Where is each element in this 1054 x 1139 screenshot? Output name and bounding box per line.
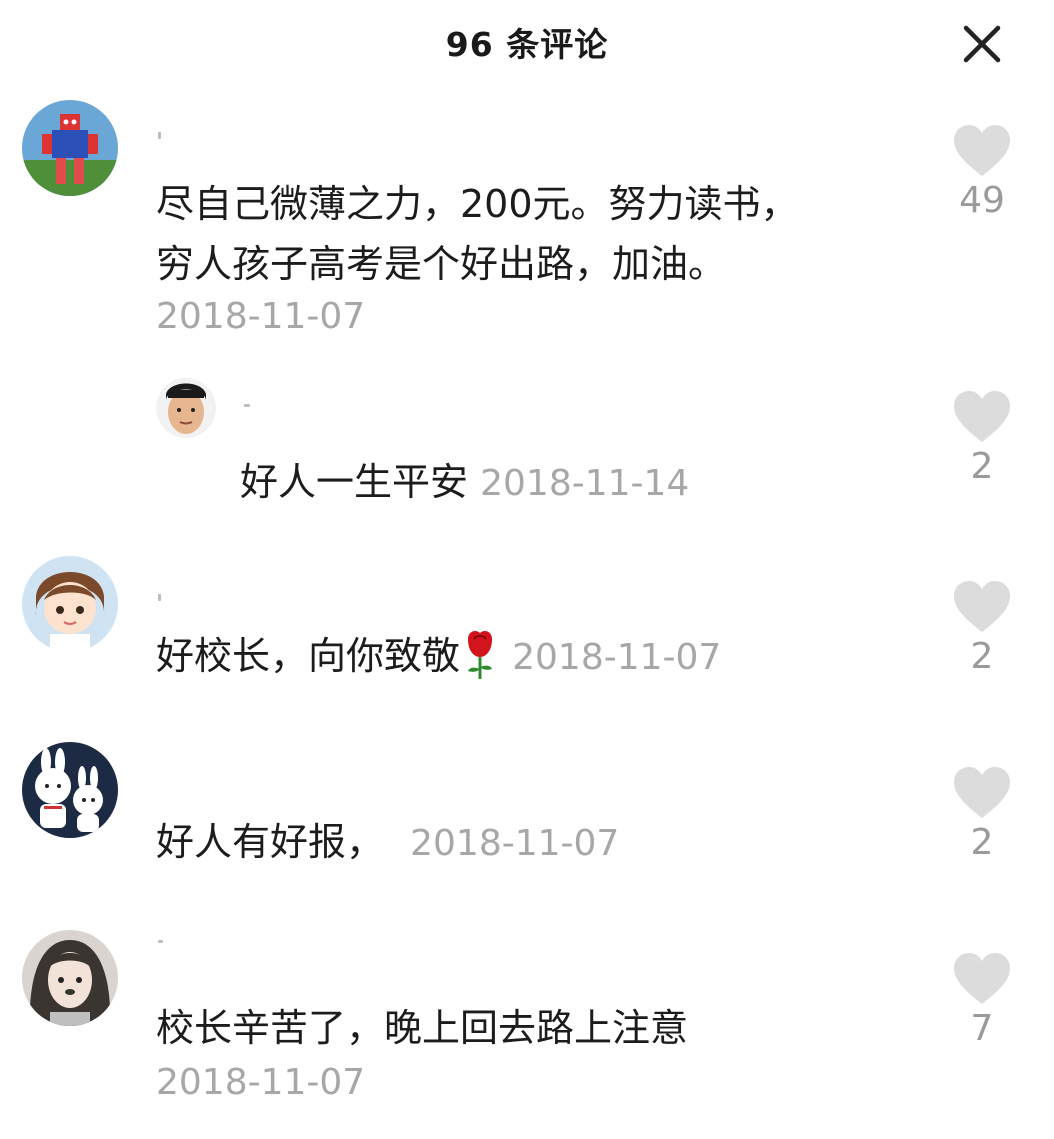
robot-toy-avatar[interactable] (22, 100, 118, 196)
heart-icon (954, 125, 1010, 176)
comment-date: 2018-11-07 (156, 296, 366, 337)
rose-icon (460, 627, 500, 681)
close-icon[interactable] (958, 20, 1006, 68)
comment-date: 2018-11-07 (410, 823, 620, 864)
like-count: 2 (970, 822, 994, 863)
like-count: 7 (970, 1008, 994, 1049)
heart-icon (954, 391, 1010, 442)
comment-text: 好校长，向你致敬 (156, 634, 461, 678)
comment-count-title: 96 条评论 (445, 25, 609, 64)
heart-icon (954, 953, 1010, 1004)
heart-icon (954, 767, 1010, 818)
comment-text: 穷人孩子高考是个好出路，加油。 (156, 242, 727, 286)
bunny-couple-avatar[interactable] (22, 742, 118, 838)
comment-date: 2018-11-07 (512, 637, 722, 678)
like-button[interactable] (952, 390, 1012, 444)
username[interactable] (158, 132, 161, 139)
username[interactable] (158, 940, 163, 943)
comments-header: 96 条评论 (0, 0, 1054, 92)
like-button[interactable] (952, 766, 1012, 820)
comment-text: 校长辛苦了，晚上回去路上注意 (156, 1006, 689, 1050)
cartoon-girl-avatar[interactable] (22, 556, 118, 652)
man-face-avatar[interactable] (156, 378, 216, 438)
like-button[interactable] (952, 580, 1012, 634)
username[interactable] (158, 594, 161, 601)
like-count: 49 (959, 180, 1005, 221)
comment-date: 2018-11-07 (156, 1062, 366, 1103)
comment-line: 好校长，向你致敬 2018-11-07 (156, 626, 721, 688)
comment-line: 好人有好报， 2018-11-07 (156, 812, 619, 874)
girl-photo-avatar[interactable] (22, 930, 118, 1026)
like-button[interactable] (952, 952, 1012, 1006)
username[interactable] (244, 404, 250, 407)
reply-text-line: 好人一生平安 2018-11-14 (240, 452, 689, 514)
comment-text: 好人有好报， (156, 820, 385, 864)
comment-text: 好人一生平安 (240, 460, 469, 504)
heart-icon (954, 581, 1010, 632)
like-count: 2 (970, 446, 994, 487)
like-count: 2 (970, 636, 994, 677)
comment-date: 2018-11-14 (480, 463, 690, 504)
like-button[interactable] (952, 124, 1012, 178)
comment-text: 尽自己微薄之力，200元。努力读书， (156, 182, 799, 226)
